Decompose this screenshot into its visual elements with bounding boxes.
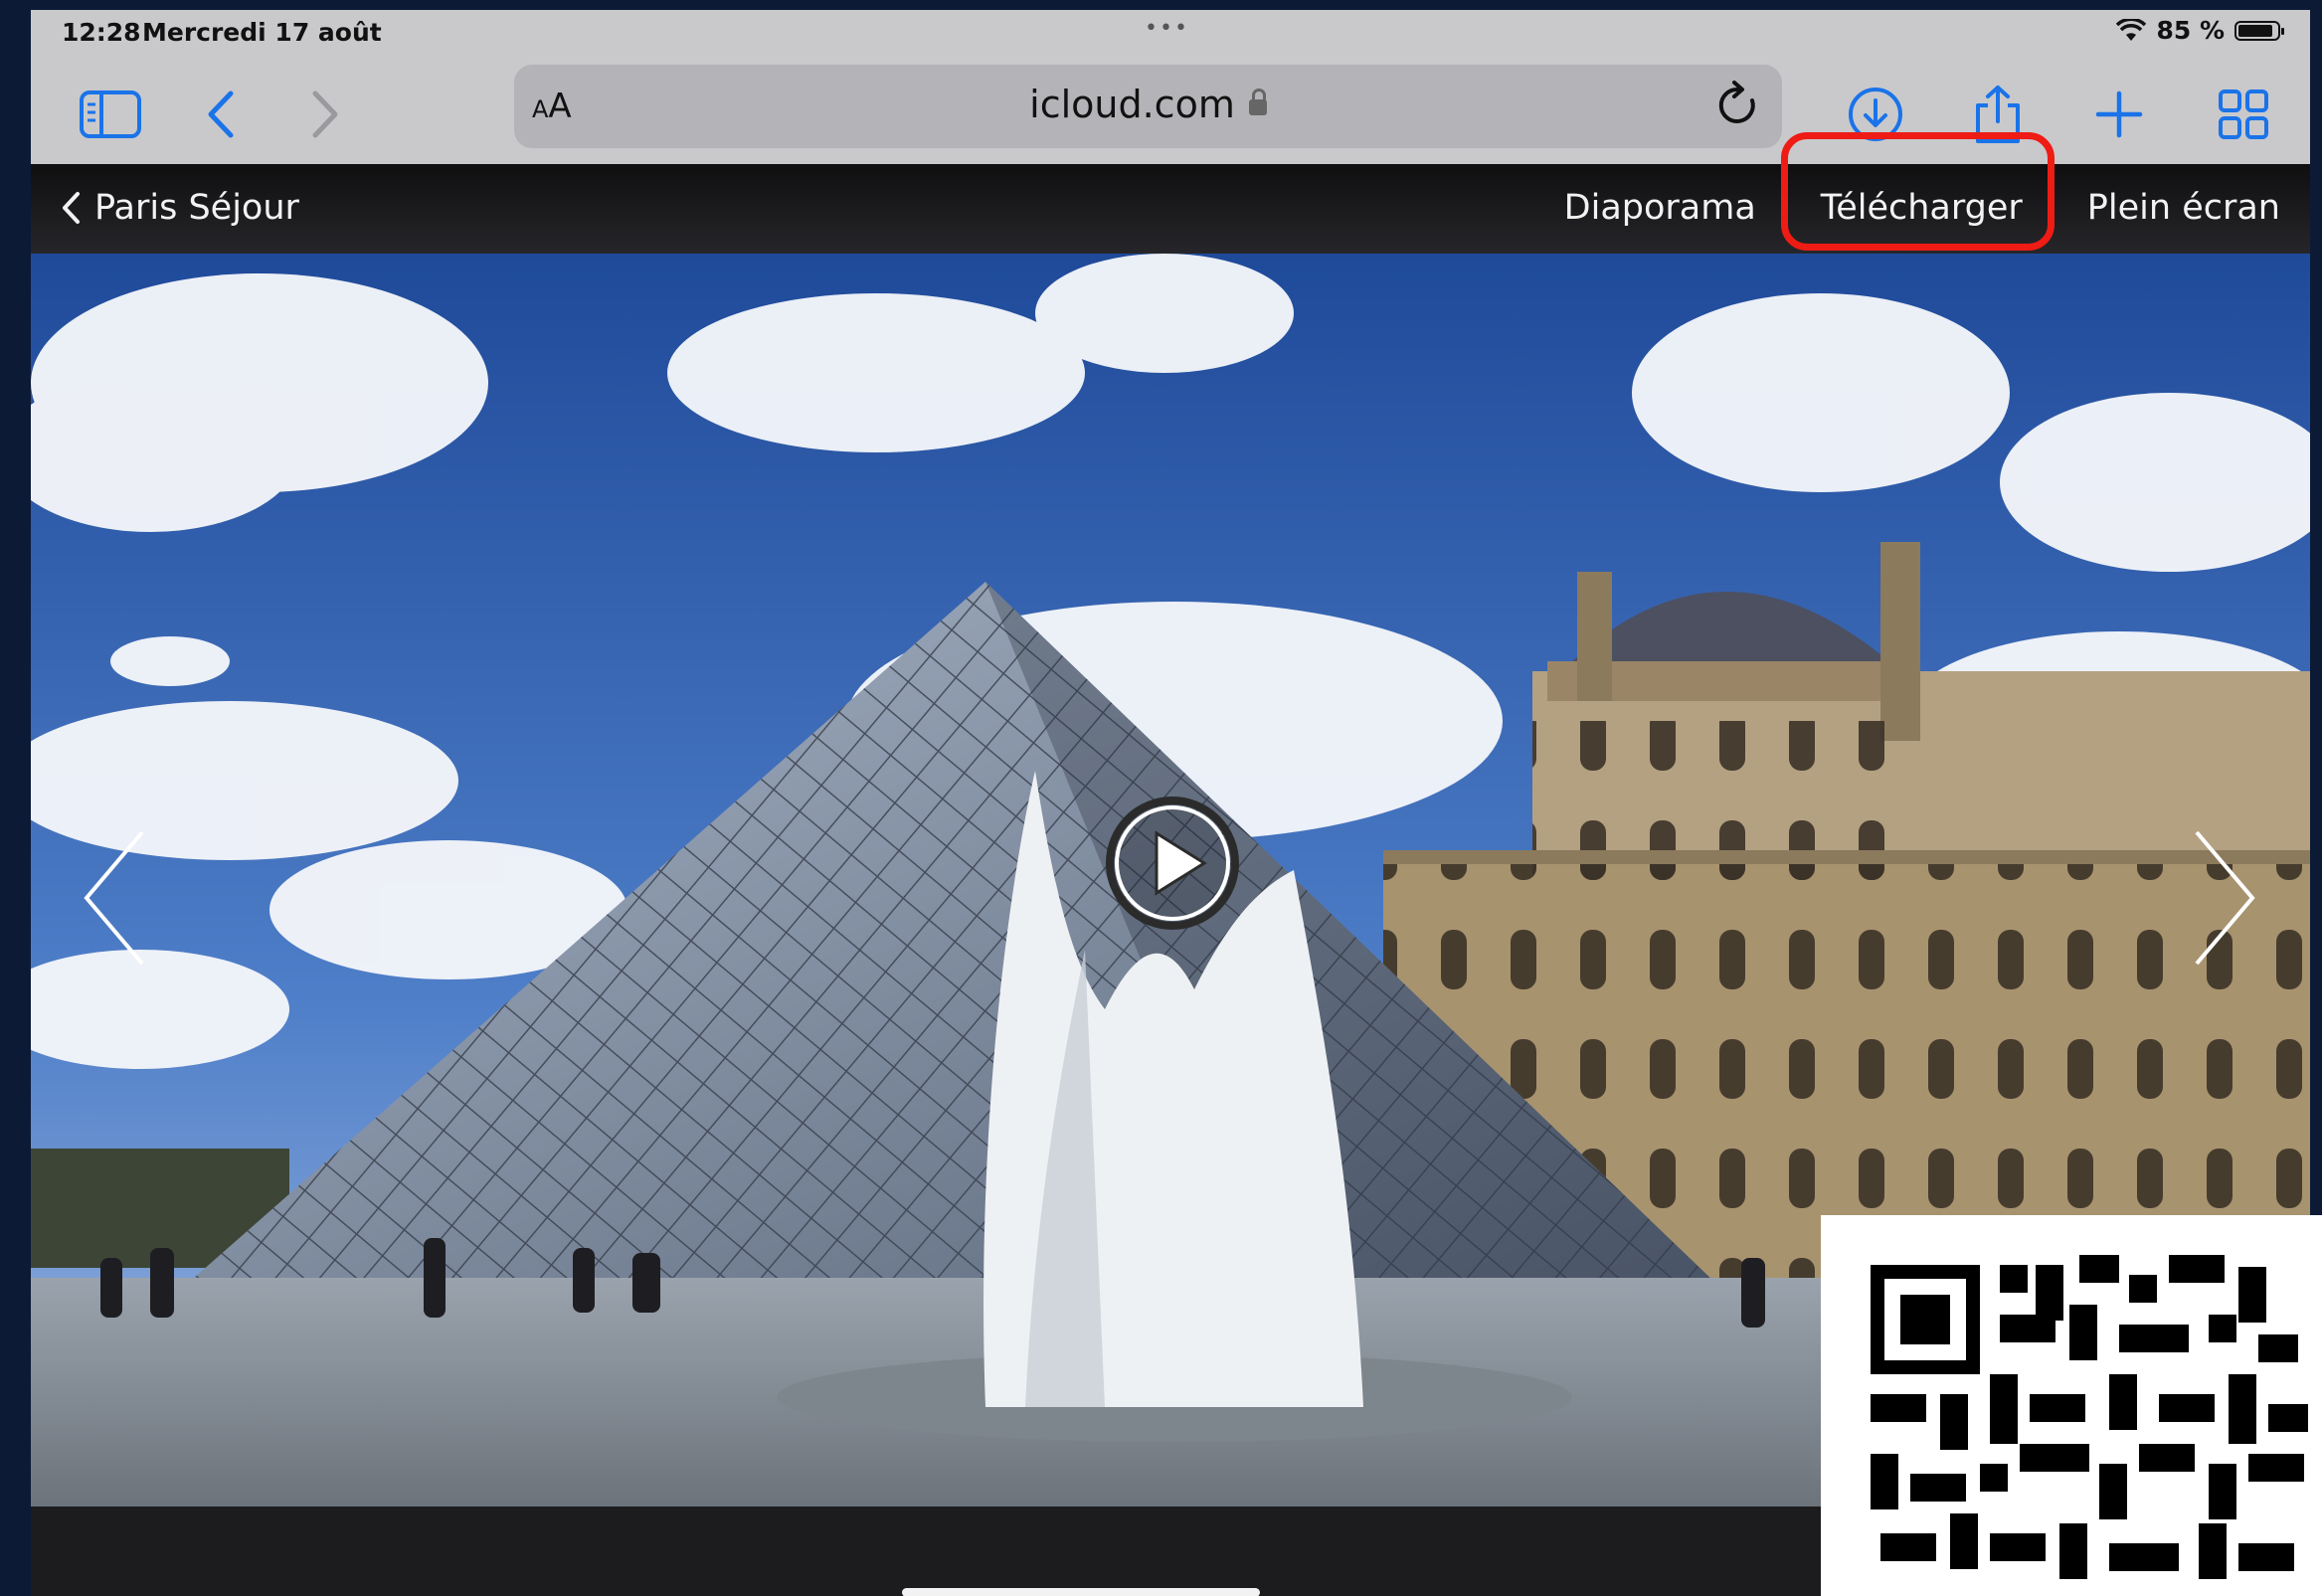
wifi-icon bbox=[2116, 18, 2147, 41]
next-photo-icon[interactable] bbox=[2189, 828, 2258, 968]
battery-icon bbox=[2234, 20, 2284, 41]
multitasking-dots-icon[interactable]: ••• bbox=[1145, 16, 1189, 41]
tabs-overview-icon[interactable] bbox=[2209, 80, 2278, 149]
download-highlight-annotation bbox=[1781, 132, 2054, 251]
address-bar[interactable]: AA icloud.com bbox=[514, 65, 1782, 148]
battery-percent: 85 % bbox=[2156, 16, 2225, 45]
back-icon[interactable] bbox=[185, 80, 255, 149]
status-date: Mercredi 17 août bbox=[142, 18, 382, 47]
chevron-left-icon bbox=[63, 192, 80, 224]
reload-icon[interactable] bbox=[1712, 79, 1762, 136]
album-back-link[interactable]: Paris Séjour bbox=[61, 188, 299, 228]
home-indicator[interactable] bbox=[902, 1588, 1260, 1596]
previous-photo-icon[interactable] bbox=[81, 828, 150, 968]
sidebar-icon[interactable] bbox=[76, 80, 145, 149]
fullscreen-button[interactable]: Plein écran bbox=[2087, 188, 2280, 228]
status-indicators: 85 % bbox=[2116, 16, 2284, 45]
new-tab-icon[interactable] bbox=[2084, 80, 2154, 149]
url-text: icloud.com bbox=[1029, 83, 1235, 126]
qr-code bbox=[1821, 1215, 2322, 1596]
album-title: Paris Séjour bbox=[94, 188, 299, 228]
status-time: 12:28 bbox=[62, 18, 141, 47]
forward-icon[interactable] bbox=[291, 80, 361, 149]
slideshow-button[interactable]: Diaporama bbox=[1564, 188, 1756, 228]
url-field[interactable]: icloud.com bbox=[514, 83, 1782, 126]
lock-icon bbox=[1248, 89, 1267, 115]
play-video-icon[interactable] bbox=[1105, 796, 1240, 931]
